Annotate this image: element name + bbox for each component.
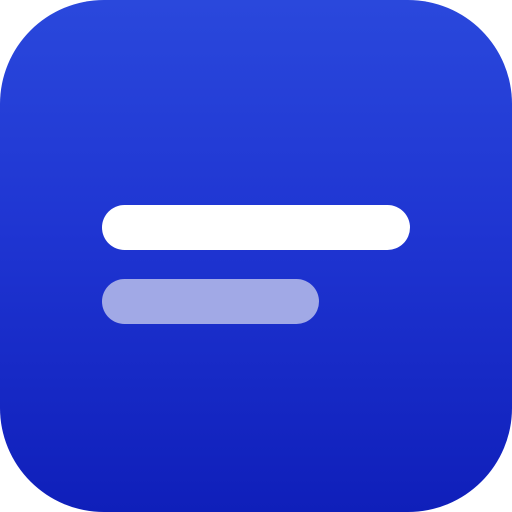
- secondary-line-icon: [102, 279, 319, 324]
- app-icon[interactable]: [0, 0, 512, 512]
- primary-line-icon: [102, 205, 410, 250]
